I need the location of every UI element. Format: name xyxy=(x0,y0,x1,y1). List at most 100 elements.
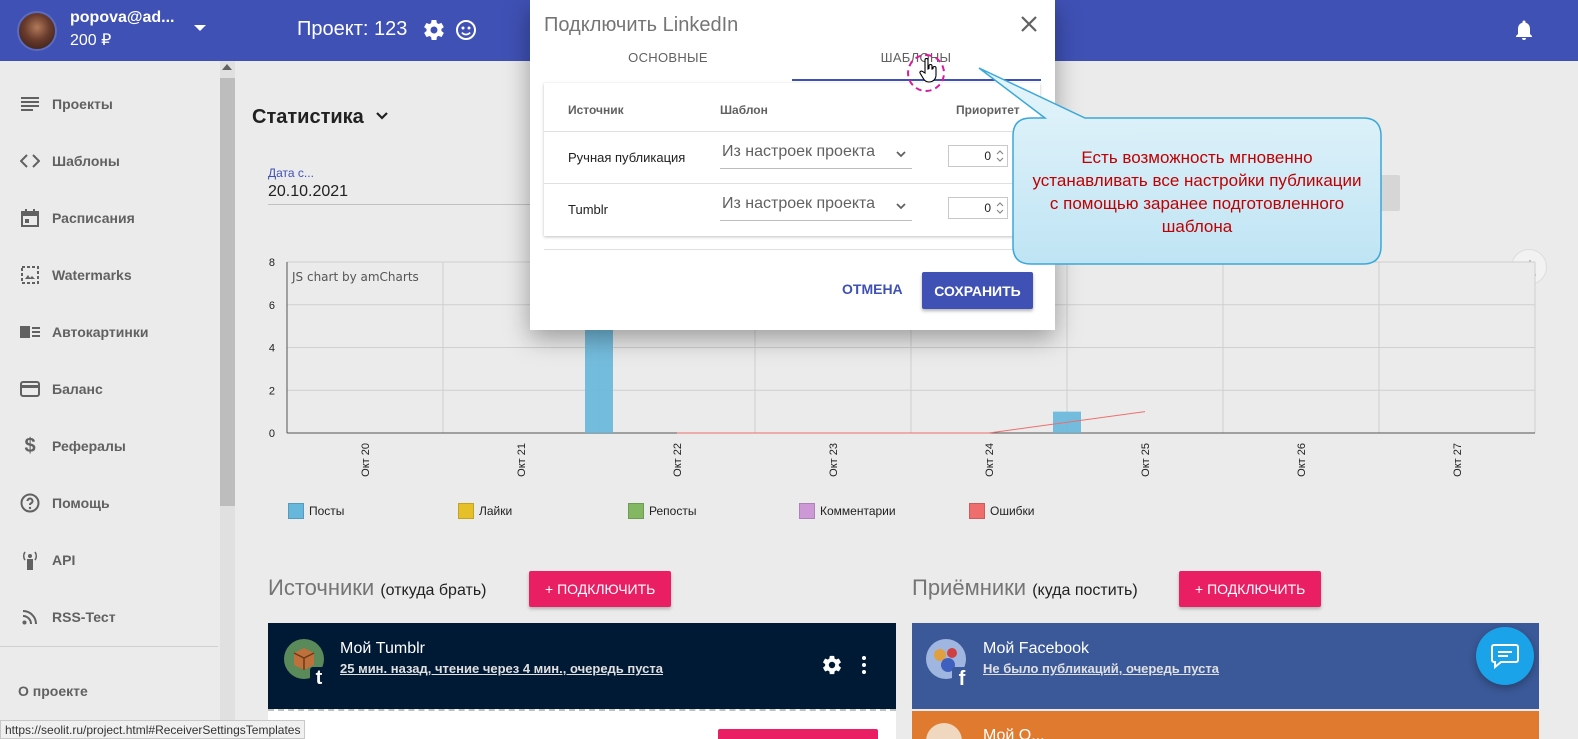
chart-x-tick-label: Окт 26 xyxy=(1296,443,1308,477)
sidebar-scrollbar-thumb[interactable] xyxy=(220,78,235,506)
credit-card-icon xyxy=(20,379,40,399)
close-icon[interactable] xyxy=(1019,14,1039,34)
row-divider xyxy=(544,183,1040,184)
sidebar-item-label: Помощь xyxy=(52,495,110,511)
receivers-title-text: Приёмники xyxy=(912,575,1027,600)
avatar[interactable] xyxy=(17,11,57,51)
sidebar-item-templates[interactable]: Шаблоны xyxy=(0,141,218,181)
avatar xyxy=(926,723,962,739)
receivers-subtitle: (куда постить) xyxy=(1032,582,1138,599)
gear-icon[interactable] xyxy=(821,654,843,676)
chart-x-tick-label: Окт 24 xyxy=(984,443,996,477)
chevron-down-icon[interactable] xyxy=(194,25,206,31)
legend-item[interactable]: Ошибки xyxy=(969,503,1035,519)
sidebar-item-schedules[interactable]: Расписания xyxy=(0,198,218,238)
gear-icon[interactable] xyxy=(422,18,446,42)
sidebar-item-balance[interactable]: Баланс xyxy=(0,369,218,409)
sidebar-about-link[interactable]: О проекте xyxy=(18,683,88,699)
sources-subtitle: (откуда брать) xyxy=(380,582,487,599)
sidebar-item-label: RSS-Тест xyxy=(52,609,116,625)
stats-title[interactable]: Статистика xyxy=(252,106,364,129)
legend-label: Репосты xyxy=(649,504,697,518)
legend-item[interactable]: Репосты xyxy=(628,503,696,519)
chart-x-tick-label: Окт 25 xyxy=(1140,443,1152,477)
chevron-down-icon xyxy=(896,203,906,210)
list-icon xyxy=(20,94,40,114)
sidebar-item-label: Проекты xyxy=(52,96,113,112)
sidebar-item-autoimages[interactable]: Автокартинки xyxy=(0,312,218,352)
legend-item[interactable]: Лайки xyxy=(458,503,512,519)
dollar-icon: $ xyxy=(24,434,36,457)
sidebar-item-label: Watermarks xyxy=(52,267,132,283)
chat-icon xyxy=(1491,644,1519,669)
sidebar-item-label: Баланс xyxy=(52,381,103,397)
sidebar-item-help[interactable]: Помощь xyxy=(0,483,218,523)
sidebar-item-referrals[interactable]: $ Рефералы xyxy=(0,426,218,466)
source-dropzone xyxy=(268,709,896,739)
save-button[interactable]: СОХРАНИТЬ xyxy=(922,272,1033,309)
receiver-card-status[interactable]: Не было публикаций, очередь пуста xyxy=(983,661,1219,676)
cancel-button[interactable]: ОТМЕНА xyxy=(842,281,903,297)
sources-title: Источники (откуда брать) xyxy=(268,575,486,601)
image-icon xyxy=(20,265,40,285)
calendar-icon xyxy=(20,208,40,228)
sidebar-item-api[interactable]: API xyxy=(0,540,218,580)
receiver-card-facebook[interactable]: f Мой Facebook Не было публикаций, очере… xyxy=(912,623,1539,709)
scroll-up-arrow-icon[interactable] xyxy=(222,64,232,70)
sidebar-item-projects[interactable]: Проекты xyxy=(0,84,218,124)
legend-swatch xyxy=(458,503,474,519)
chat-button[interactable] xyxy=(1476,627,1534,685)
chart-x-tick-label: Окт 27 xyxy=(1452,443,1464,477)
sidebar-divider xyxy=(0,646,218,647)
help-icon xyxy=(20,493,40,513)
chart-y-tick-label: 8 xyxy=(269,257,275,269)
template-select[interactable]: Из настроек проекта xyxy=(720,143,912,169)
sidebar-item-label: API xyxy=(52,552,76,568)
more-vert-icon[interactable] xyxy=(861,656,867,674)
date-from-input[interactable]: 20.10.2021 xyxy=(268,183,348,201)
rss-icon xyxy=(20,607,40,627)
user-balance: 200 ₽ xyxy=(70,32,112,49)
date-from-label: Дата с... xyxy=(268,166,314,180)
chart-y-tick-label: 0 xyxy=(269,428,275,440)
legend-item[interactable]: Комментарии xyxy=(799,503,896,519)
chart-x-tick-label: Окт 22 xyxy=(672,443,684,477)
chart-x-tick-label: Окт 20 xyxy=(360,443,372,477)
source-card-status[interactable]: 25 мин. назад, чтение через 4 мин., очер… xyxy=(340,661,663,676)
sidebar-item-watermarks[interactable]: Watermarks xyxy=(0,255,218,295)
legend-label: Ошибки xyxy=(990,504,1035,518)
chart-y-tick-label: 4 xyxy=(269,343,275,355)
sidebar-item-label: Рефералы xyxy=(52,438,126,454)
bell-icon[interactable] xyxy=(1512,18,1536,42)
tooltip-text: Есть возможность мгновенно устанавливать… xyxy=(1032,148,1362,236)
legend-swatch xyxy=(799,503,815,519)
chart-watermark: JS chart by amCharts xyxy=(291,270,419,284)
row-source: Ручная публикация xyxy=(568,150,686,165)
chevron-down-icon xyxy=(896,151,906,158)
source-card-tumblr[interactable]: t Мой Tumblr 25 мин. назад, чтение через… xyxy=(268,623,896,709)
receivers-title: Приёмники (куда постить) xyxy=(912,575,1138,601)
sidebar: Проекты Шаблоны Расписания Watermarks Ав… xyxy=(0,61,220,739)
tab-basic[interactable]: ОСНОВНЫЕ xyxy=(544,50,792,65)
sidebar-item-rss-test[interactable]: RSS-Тест xyxy=(0,597,218,637)
legend-swatch xyxy=(969,503,985,519)
legend-item[interactable]: Посты xyxy=(288,503,344,519)
user-email[interactable]: popova@ad... xyxy=(70,9,175,27)
dialog-separator xyxy=(544,249,1040,250)
row-source: Tumblr xyxy=(568,202,608,217)
add-button-partial[interactable] xyxy=(718,729,878,739)
chart-y-tick-label: 2 xyxy=(269,385,275,397)
template-select[interactable]: Из настроек проекта xyxy=(720,195,912,221)
column-header-source: Источник xyxy=(568,103,624,117)
sources-title-text: Источники xyxy=(268,575,375,600)
connect-source-button[interactable]: + ПОДКЛЮЧИТЬ xyxy=(529,571,672,607)
chart-x-tick-label: Окт 23 xyxy=(828,443,840,477)
receiver-card-2[interactable]: Мой О... xyxy=(912,711,1539,739)
receiver-card-2-title: Мой О... xyxy=(983,727,1045,739)
status-bar-url: https://seolit.ru/project.html#ReceiverS… xyxy=(0,720,306,739)
face-icon[interactable] xyxy=(454,18,478,42)
chevron-down-icon[interactable] xyxy=(376,112,388,120)
connect-receiver-button[interactable]: + ПОДКЛЮЧИТЬ xyxy=(1179,571,1322,607)
tumblr-avatar-icon: t xyxy=(284,639,328,687)
date-input-underline xyxy=(268,204,538,205)
